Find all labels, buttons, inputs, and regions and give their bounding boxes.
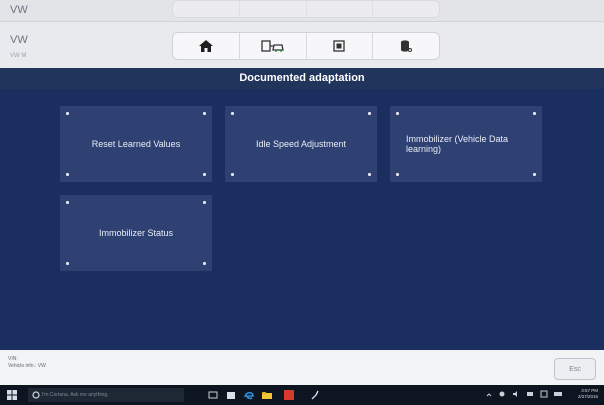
data-log-icon [401, 40, 413, 52]
tile-corner [533, 112, 536, 115]
function-grid: Reset Learned Values Idle Speed Adjustme… [0, 89, 604, 350]
screen-capture-button[interactable] [307, 33, 374, 59]
immobilizer-vehicle-data-learning-tile[interactable]: Immobilizer (Vehicle Data learning) [390, 106, 542, 182]
db-icon-ghost [373, 1, 439, 17]
windows-taskbar: I'm Cortana. Ask me anything. 3:57 PM 2/… [0, 385, 604, 405]
office-icon[interactable] [284, 390, 294, 400]
tile-corner [203, 262, 206, 265]
page-title: Documented adaptation [0, 68, 604, 89]
cortana-search-input[interactable]: I'm Cortana. Ask me anything. [28, 388, 184, 402]
brand: VW [10, 34, 28, 46]
tile-corner [231, 173, 234, 176]
tile-corner [203, 173, 206, 176]
tools-icon[interactable] [310, 390, 320, 400]
idle-speed-adjustment-tile[interactable]: Idle Speed Adjustment [225, 106, 377, 182]
vehicle-info: Vehicle info.: VW [8, 363, 46, 369]
tile-corner [66, 262, 69, 265]
volume-icon[interactable] [512, 390, 520, 398]
immobilizer-status-tile[interactable]: Immobilizer Status [60, 195, 212, 271]
tile-label: Immobilizer Status [98, 228, 174, 238]
action-center-icon[interactable] [540, 390, 548, 398]
tile-label: Idle Speed Adjustment [255, 139, 347, 149]
main-toolbar [172, 32, 440, 60]
tile-corner [66, 173, 69, 176]
tile-corner [203, 201, 206, 204]
tile-corner [533, 173, 536, 176]
grid-icon-ghost [307, 1, 374, 17]
vin-label: VIN: [8, 356, 18, 362]
brand-sub: VW M [10, 53, 27, 59]
tile-corner [66, 201, 69, 204]
car-diagnostics-icon [260, 40, 284, 52]
status-footer: VIN: Vehicle info.: VW Esc [0, 350, 604, 385]
clock-date: 2/27/2016 [577, 394, 598, 399]
store-icon[interactable] [226, 390, 236, 400]
tile-corner [396, 112, 399, 115]
data-log-button[interactable] [373, 33, 439, 59]
esc-button[interactable]: Esc [554, 358, 596, 380]
tile-corner [66, 112, 69, 115]
file-explorer-icon[interactable] [262, 390, 272, 400]
home-icon-ghost [173, 1, 240, 17]
tile-label: Immobilizer (Vehicle Data learning) [406, 134, 509, 154]
show-hidden-icons-icon[interactable] [486, 392, 492, 398]
cortana-icon [32, 391, 40, 399]
search-placeholder: I'm Cortana. Ask me anything. [42, 392, 109, 398]
system-clock[interactable]: 3:57 PM 2/27/2016 [568, 388, 598, 400]
tile-corner [368, 112, 371, 115]
car-icon-ghost [240, 1, 307, 17]
network-icon[interactable] [498, 390, 506, 398]
reset-learned-values-tile[interactable]: Reset Learned Values [60, 106, 212, 182]
windows-start-icon[interactable] [7, 390, 17, 400]
edge-browser-icon[interactable] [244, 390, 254, 400]
tile-corner [203, 112, 206, 115]
home-button[interactable] [173, 33, 240, 59]
app-header: VW VW VW M [0, 0, 604, 71]
task-view-icon[interactable] [208, 390, 218, 400]
screen-capture-icon [333, 40, 346, 52]
tile-corner [368, 173, 371, 176]
tile-label: Reset Learned Values [91, 139, 181, 149]
keyboard-icon[interactable] [554, 390, 562, 398]
tile-corner [396, 173, 399, 176]
home-icon [198, 40, 213, 52]
tile-corner [231, 112, 234, 115]
brand-top: VW [10, 4, 28, 16]
ghost-toolbar [172, 0, 440, 18]
vehicle-diagnostics-button[interactable] [240, 33, 307, 59]
battery-icon[interactable] [526, 390, 534, 398]
